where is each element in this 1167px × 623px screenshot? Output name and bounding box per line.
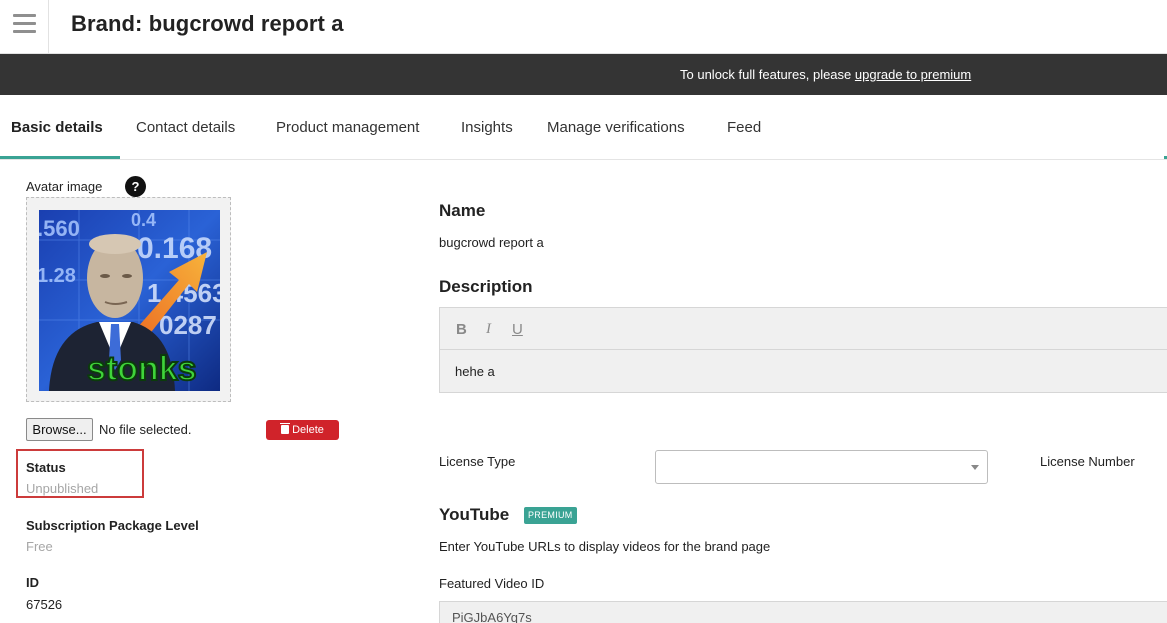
avatar-image: .560 0.168 1.28 1.4563 0287 0.4 stonks [39,210,220,391]
status-value: Unpublished [26,481,99,496]
description-editor[interactable]: B I U hehe a [439,307,1167,393]
tab-feed[interactable]: Feed [727,119,761,136]
description-heading: Description [439,277,533,296]
banner-text: To unlock full features, please [680,67,855,82]
delete-label: Delete [292,424,324,436]
subscription-value: Free [26,539,53,554]
avatar-dropzone[interactable]: .560 0.168 1.28 1.4563 0287 0.4 stonks [26,197,231,402]
youtube-heading: YouTube [439,505,510,524]
name-value: bugcrowd report a [439,235,544,250]
editor-toolbar: B I U [440,308,1167,350]
tab-basic-details[interactable]: Basic details [11,119,103,136]
license-number-label: License Number [1040,454,1135,469]
help-icon[interactable]: ? [125,176,146,197]
hamburger-menu-icon[interactable] [13,14,36,34]
delete-button[interactable]: Delete [266,420,339,440]
file-status-text: No file selected. [99,422,192,437]
license-type-select[interactable] [655,450,988,484]
id-label: ID [26,575,39,590]
status-label: Status [26,460,66,475]
italic-button[interactable]: I [486,321,491,338]
svg-text:stonks: stonks [87,350,197,388]
trash-icon [280,423,291,434]
browse-button[interactable]: Browse... [26,418,93,441]
app-header: Brand: bugcrowd report a [0,0,1167,54]
featured-video-field[interactable] [439,601,1167,623]
name-heading: Name [439,201,486,220]
featured-video-input[interactable] [452,610,1052,623]
license-type-label: License Type [439,454,516,469]
subscription-label: Subscription Package Level [26,518,199,533]
upgrade-banner: To unlock full features, please upgrade … [0,54,1167,95]
active-tab-indicator [0,156,120,159]
svg-text:.560: .560 [39,216,80,241]
stonks-meme-image: .560 0.168 1.28 1.4563 0287 0.4 stonks [39,210,220,391]
header-divider [48,0,49,53]
svg-text:1.28: 1.28 [39,265,76,287]
avatar-label: Avatar image [26,179,103,194]
tab-contact-details[interactable]: Contact details [136,119,235,136]
page-title: Brand: bugcrowd report a [71,11,344,36]
tab-product-management[interactable]: Product management [276,119,419,136]
featured-video-label: Featured Video ID [439,576,545,591]
chevron-down-icon [971,465,979,470]
bold-button[interactable]: B [456,321,467,338]
upgrade-link[interactable]: upgrade to premium [855,67,971,82]
description-text[interactable]: hehe a [455,364,495,379]
premium-badge: PREMIUM [524,507,577,524]
svg-text:0287: 0287 [159,310,217,340]
underline-button[interactable]: U [512,321,523,338]
svg-text:0.4: 0.4 [131,210,156,230]
youtube-help-text: Enter YouTube URLs to display videos for… [439,539,771,554]
tab-insights[interactable]: Insights [461,119,513,136]
tab-bar: Basic details Contact details Product ma… [0,95,1167,160]
tab-manage-verifications[interactable]: Manage verifications [547,119,685,136]
id-value: 67526 [26,597,63,612]
